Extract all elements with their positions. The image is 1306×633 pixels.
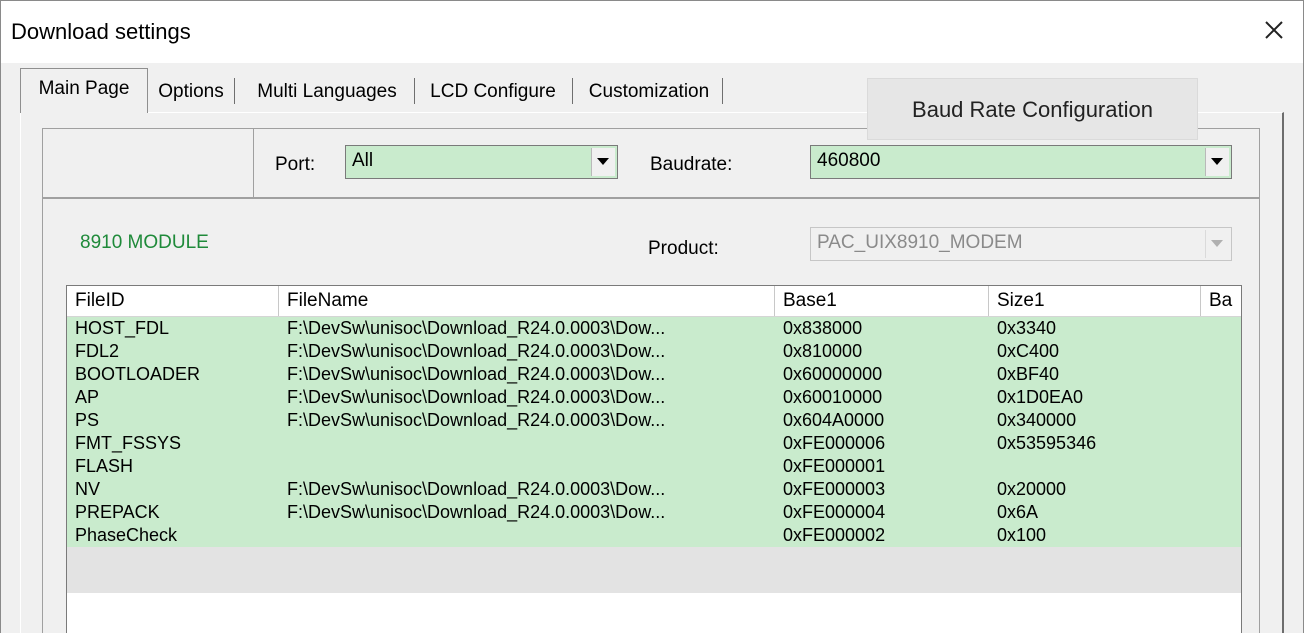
table-row[interactable]: HOST_FDL F:\DevSw\unisoc\Download_R24.0.0… — [67, 317, 1241, 340]
fileid-cell: PS — [75, 410, 100, 430]
tab-customization[interactable]: Customization — [576, 74, 722, 110]
column-header-size1[interactable]: Size1 — [989, 286, 1201, 316]
filename-cell — [279, 432, 775, 455]
fileid-cell: FDL2 — [75, 341, 120, 361]
tab-separator — [722, 78, 723, 104]
filename-cell: F:\DevSw\unisoc\Download_R24.0.0003\Dow.… — [287, 318, 666, 338]
filename-cell: F:\DevSw\unisoc\Download_R24.0.0003\Dow.… — [287, 341, 666, 361]
table-row-empty — [67, 547, 1241, 570]
filename-cell: F:\DevSw\unisoc\Download_R24.0.0003\Dow.… — [287, 387, 666, 407]
filename-cell — [279, 455, 775, 478]
size1-cell: 0x3340 — [997, 318, 1057, 338]
table-row[interactable]: AP F:\DevSw\unisoc\Download_R24.0.0003\Do… — [67, 386, 1241, 409]
tab-label: Main Page — [38, 78, 130, 99]
product-value: PAC_UIX8910_MODEM — [817, 232, 1023, 253]
fileid-cell: AP — [75, 387, 100, 407]
table-row[interactable]: PREPACK F:\DevSw\unisoc\Download_R24.0.00… — [67, 501, 1241, 524]
chevron-down-icon[interactable] — [591, 148, 615, 176]
base1-cell: 0xFE000006 — [783, 433, 886, 453]
fileid-cell: PhaseCheck — [75, 525, 178, 545]
base1-cell: 0xFE000003 — [783, 479, 886, 499]
module-name: 8910 MODULE — [80, 232, 209, 253]
fileid-cell: BOOTLOADER — [75, 364, 201, 384]
base1-cell: 0xFE000002 — [783, 525, 886, 545]
baudrate-select[interactable]: 460800 — [810, 145, 1232, 179]
base1-cell: 0xFE000004 — [783, 502, 886, 522]
tab-multi-languages[interactable]: Multi Languages — [242, 74, 412, 110]
table-row[interactable]: FMT_FSSYS 0xFE000006 0x53595346 — [67, 432, 1241, 455]
tab-separator — [234, 78, 235, 104]
column-header-filename[interactable]: FileName — [279, 286, 775, 316]
tab-label: Options — [158, 81, 224, 102]
title-bar: Download settings — [1, 1, 1303, 63]
column-header-base2[interactable]: Ba — [1201, 286, 1241, 316]
size1-cell: 0x100 — [997, 525, 1047, 545]
filename-cell: F:\DevSw\unisoc\Download_R24.0.0003\Dow.… — [287, 502, 666, 522]
file-list-table[interactable]: FileID FileName Base1 Size1 Ba HOST_FDL F… — [66, 285, 1242, 633]
tab-label: Customization — [588, 81, 710, 102]
window-title: Download settings — [11, 19, 191, 44]
table-row[interactable]: FDL2 F:\DevSw\unisoc\Download_R24.0.0003\… — [67, 340, 1241, 363]
table-row[interactable]: PhaseCheck 0xFE000002 0x100 — [67, 524, 1241, 547]
fileid-cell: PREPACK — [75, 502, 160, 522]
tab-separator — [414, 78, 415, 104]
table-row[interactable]: BOOTLOADER F:\DevSw\unisoc\Download_R24.0… — [67, 363, 1241, 386]
product-select: PAC_UIX8910_MODEM — [810, 227, 1232, 261]
fileid-cell: HOST_FDL — [75, 318, 170, 338]
size1-cell: 0x1D0EA0 — [997, 387, 1084, 407]
tab-options[interactable]: Options — [148, 74, 234, 110]
filename-cell — [279, 524, 775, 547]
filename-cell: F:\DevSw\unisoc\Download_R24.0.0003\Dow.… — [287, 410, 666, 430]
empty-cell — [42, 128, 254, 198]
size1-cell: 0x20000 — [997, 479, 1067, 499]
tab-label: Multi Languages — [257, 81, 397, 102]
tab-label: LCD Configure — [430, 81, 556, 102]
chevron-down-icon — [1205, 230, 1229, 258]
size1-cell — [989, 455, 1201, 478]
filename-cell: F:\DevSw\unisoc\Download_R24.0.0003\Dow.… — [287, 364, 666, 384]
tab-main-page[interactable]: Main Page — [20, 68, 148, 113]
port-select[interactable]: All — [345, 145, 618, 179]
tab-lcd-configure[interactable]: LCD Configure — [418, 74, 568, 110]
fileid-cell: NV — [75, 479, 101, 499]
size1-cell: 0xBF40 — [997, 364, 1060, 384]
base1-cell: 0x604A0000 — [783, 410, 885, 430]
base1-cell: 0x838000 — [783, 318, 863, 338]
tab-separator — [572, 78, 573, 104]
fileid-cell: FLASH — [75, 456, 134, 476]
base1-cell: 0x60000000 — [783, 364, 883, 384]
base1-cell: 0x810000 — [783, 341, 863, 361]
baudrate-value: 460800 — [817, 150, 881, 171]
filename-cell: F:\DevSw\unisoc\Download_R24.0.0003\Dow.… — [287, 479, 666, 499]
baudrate-label: Baudrate: — [650, 154, 733, 175]
product-label: Product: — [648, 238, 719, 259]
table-row[interactable]: NV F:\DevSw\unisoc\Download_R24.0.0003\Do… — [67, 478, 1241, 501]
base1-cell: 0xFE000001 — [783, 456, 886, 476]
column-header-base1[interactable]: Base1 — [775, 286, 989, 316]
baudrate-tooltip: Baud Rate Configuration — [867, 78, 1198, 140]
fileid-cell: FMT_FSSYS — [75, 433, 182, 453]
base1-cell: 0x60010000 — [783, 387, 883, 407]
port-label: Port: — [275, 154, 316, 175]
port-value: All — [352, 150, 374, 171]
size1-cell: 0x53595346 — [997, 433, 1097, 453]
size1-cell: 0x340000 — [997, 410, 1077, 430]
table-header: FileID FileName Base1 Size1 Ba — [67, 286, 1241, 317]
table-row-empty — [67, 570, 1241, 593]
column-header-fileid[interactable]: FileID — [67, 286, 279, 316]
table-row[interactable]: FLASH 0xFE000001 — [67, 455, 1241, 478]
size1-cell: 0xC400 — [997, 341, 1060, 361]
close-icon[interactable] — [1259, 15, 1289, 45]
size1-cell: 0x6A — [997, 502, 1039, 522]
table-row[interactable]: PS F:\DevSw\unisoc\Download_R24.0.0003\Do… — [67, 409, 1241, 432]
chevron-down-icon[interactable] — [1205, 148, 1229, 176]
